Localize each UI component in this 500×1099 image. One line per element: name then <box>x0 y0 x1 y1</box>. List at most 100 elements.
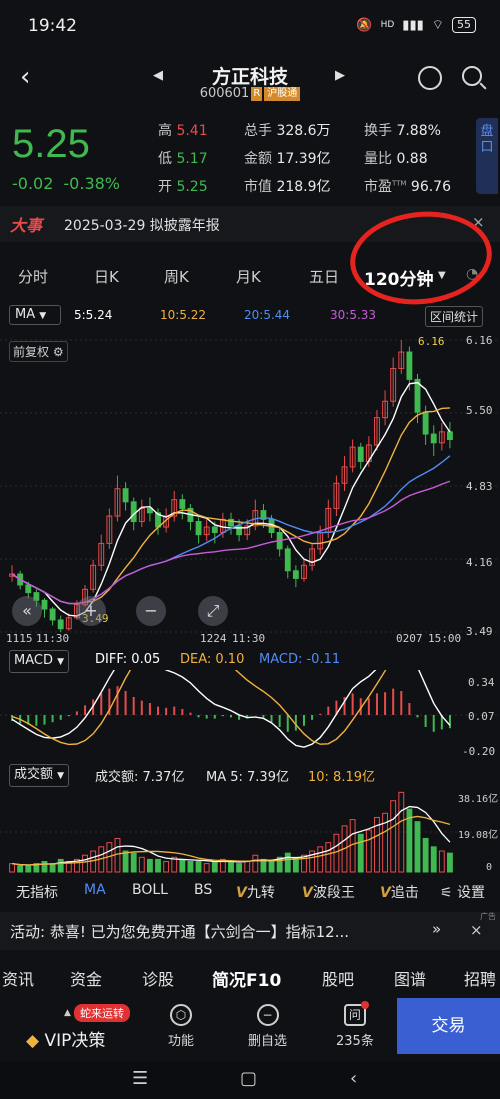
f10-tab-diagnose[interactable]: 诊股 <box>142 966 174 990</box>
range-stat-button[interactable]: 区间统计 <box>425 306 484 327</box>
activity-close-icon[interactable]: × <box>470 921 483 939</box>
ind-tab-jiuzhuan[interactable]: V九转 <box>236 882 275 902</box>
low-value: 5.17 <box>176 151 208 167</box>
indicator-settings-label: 设置 <box>457 885 486 901</box>
ask-button[interactable]: 问 235条 <box>336 1001 374 1049</box>
v-icon: V <box>380 885 391 901</box>
volume-bar <box>195 861 202 873</box>
tab-daily[interactable]: 日K <box>94 266 119 287</box>
price-tick: 4.83 <box>466 480 493 493</box>
next-stock-icon[interactable]: ▶ <box>335 68 345 83</box>
tab-five-day[interactable]: 五日 <box>309 266 339 287</box>
kline-chart[interactable] <box>0 330 500 648</box>
fullscreen-icon[interactable]: ⤢ <box>198 596 228 626</box>
change-value: -0.02 <box>12 174 54 193</box>
indicator-settings[interactable]: ⚟ 设置 <box>440 882 485 902</box>
stock-code: 600601 <box>199 86 250 101</box>
volume-ma5: MA 5: 7.39亿 <box>206 770 289 785</box>
f10-tab-profile[interactable]: 简况F10 <box>212 966 281 991</box>
status-icons: 🔕 HD ▮▮▮ ⌔ 55 <box>356 17 476 33</box>
function-button[interactable]: ⬡ 功能 <box>168 1004 194 1049</box>
f10-tab-forum[interactable]: 股吧 <box>322 966 354 990</box>
open-value: 5.25 <box>176 179 208 195</box>
volume-value: 328.6万 <box>276 123 331 139</box>
candle-body <box>430 433 437 444</box>
ind-tab-bs[interactable]: BS <box>194 882 212 898</box>
v-icon: V <box>302 885 313 901</box>
quote-vr: 量比 0.88 <box>364 148 428 168</box>
candle-body <box>211 526 218 533</box>
amount-label: 金额 <box>244 151 272 167</box>
search-icon[interactable] <box>462 66 482 86</box>
scroll-left-icon[interactable]: « <box>12 596 42 626</box>
event-text[interactable]: 2025-03-29 拟披露年报 <box>64 215 220 235</box>
volume-bar <box>447 852 453 873</box>
ma20-value: 20:5.44 <box>244 308 291 322</box>
f10-tab-graph[interactable]: 图谱 <box>394 966 426 990</box>
activity-text[interactable]: 活动: 恭喜! 已为您免费开通【六剑合一】指标12... <box>10 921 349 942</box>
cube-icon: ⬡ <box>170 1004 192 1026</box>
volume-label: 总手 <box>244 123 272 139</box>
volume-chart[interactable] <box>0 786 500 878</box>
change-percent: -0.38% <box>63 174 121 193</box>
trade-button[interactable]: 交易 <box>397 998 500 1054</box>
ind-tab-zhuiji[interactable]: V追击 <box>380 882 436 902</box>
f10-tab-funds[interactable]: 资金 <box>70 966 102 990</box>
tab-weekly[interactable]: 周K <box>164 266 189 287</box>
current-price: 5.25 <box>12 122 90 166</box>
f10-tab-jobs[interactable]: 招聘 <box>464 966 500 990</box>
ind-tab-boduanwang[interactable]: V波段王 <box>302 882 355 902</box>
caret-up-icon: ▲ <box>64 1008 71 1018</box>
volume-bar <box>41 861 48 873</box>
volume-bar <box>122 850 129 873</box>
macd-tick: 0.07 <box>468 710 495 723</box>
macd-chart[interactable] <box>0 670 500 760</box>
pe-value: 96.76 <box>410 179 452 195</box>
ind-tab-ma[interactable]: MA <box>84 882 106 898</box>
price-tick: 4.16 <box>466 556 493 569</box>
ind-tab-boll[interactable]: BOLL <box>132 882 168 898</box>
f10-tab-news[interactable]: 资讯 <box>2 966 34 990</box>
volume-select[interactable]: 成交额 ▼ <box>9 764 70 787</box>
nav-back-icon[interactable]: ‹ <box>350 1068 357 1089</box>
tab-monthly[interactable]: 月K <box>236 266 261 287</box>
turnover-label: 换手 <box>364 123 392 139</box>
high-value: 5.41 <box>176 123 208 139</box>
volume-bar <box>203 863 210 873</box>
ma-select[interactable]: MA ▼ <box>9 305 61 325</box>
volume-bar <box>430 846 437 873</box>
macd-value: MACD: -0.11 <box>259 652 341 667</box>
remove-watchlist-button[interactable]: − 删自选 <box>248 1004 287 1049</box>
volume-bar <box>114 837 121 873</box>
status-time: 19:42 <box>28 16 77 36</box>
menu-icon[interactable]: ☰ <box>132 1068 148 1089</box>
time-tick: 15:00 <box>428 632 462 645</box>
vip-decision-button[interactable]: ◆ VIP决策 <box>26 1026 105 1051</box>
price-tick: 5.50 <box>466 404 493 417</box>
zoom-out-icon[interactable]: − <box>136 596 166 626</box>
macd-dea: DEA: 0.10 <box>180 652 245 667</box>
ind-tab-none[interactable]: 无指标 <box>16 882 58 902</box>
quote-pe: 市盈TTM 96.76 <box>364 176 451 196</box>
volume-bar <box>438 850 445 873</box>
event-tag: 大事 <box>10 216 43 235</box>
ma5-value: 5:5.24 <box>74 308 113 322</box>
refresh-icon[interactable] <box>418 66 442 90</box>
time-tick: 1115 <box>6 632 33 645</box>
activity-more-icon[interactable]: » <box>432 920 441 938</box>
volume-bar <box>211 861 218 873</box>
volume-bar <box>244 861 251 873</box>
tab-intraday[interactable]: 分时 <box>18 266 48 287</box>
quote-mktcap: 市值 218.9亿 <box>244 176 331 196</box>
mktcap-value: 218.9亿 <box>276 179 331 195</box>
network-label: HD <box>380 20 395 30</box>
home-icon[interactable]: ▢ <box>240 1068 257 1089</box>
candle-body <box>179 499 186 509</box>
ind-tab-zhuiji-label: 追击 <box>390 885 419 901</box>
volume-bar <box>325 842 332 873</box>
zoom-in-icon[interactable]: + <box>76 596 106 626</box>
function-label: 功能 <box>168 1034 195 1049</box>
volume-ma10: 10: 8.19亿 <box>308 770 375 785</box>
volume-bar <box>252 854 259 873</box>
pankou-button[interactable]: 盘口 <box>476 118 498 194</box>
